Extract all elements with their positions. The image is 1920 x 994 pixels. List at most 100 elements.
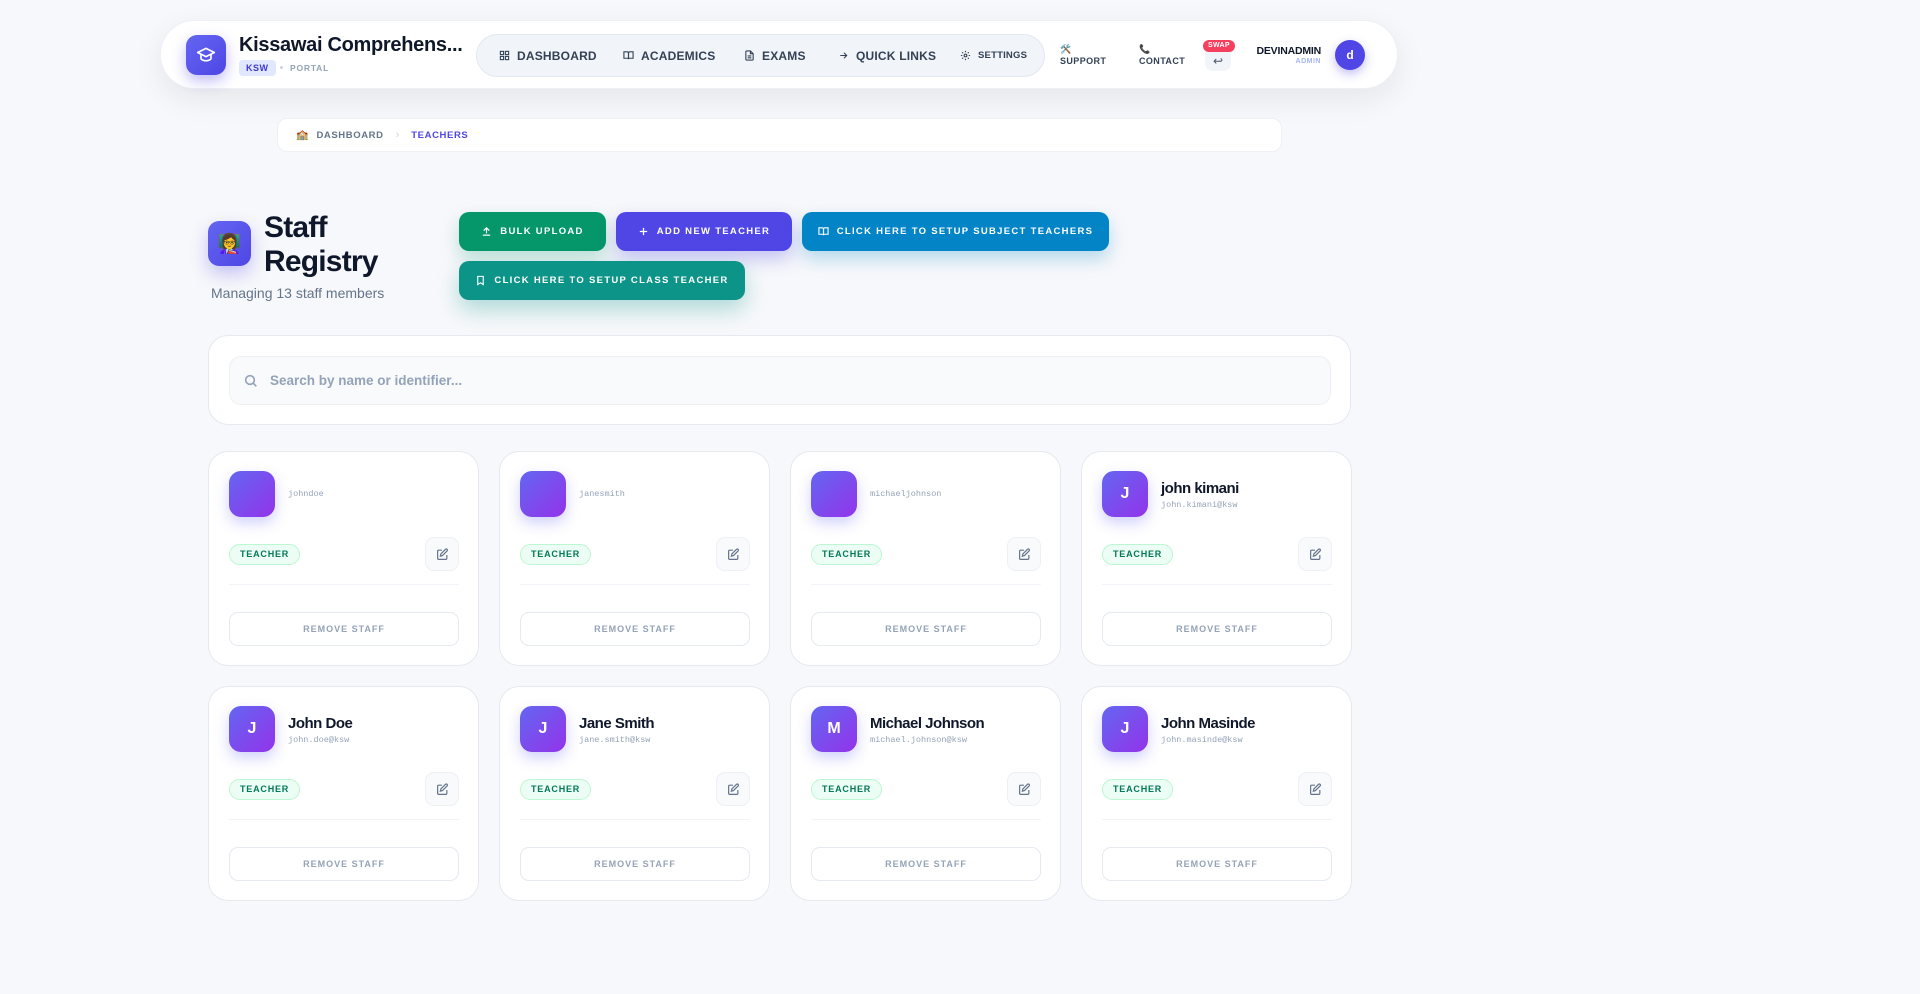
divider	[1102, 819, 1332, 820]
school-icon: 🏫	[296, 129, 309, 141]
edit-button[interactable]	[716, 772, 750, 806]
remove-staff-button[interactable]: REMOVE STAFF	[229, 847, 459, 881]
staff-card: janesmith TEACHER REMOVE STAFF	[499, 451, 770, 666]
edit-icon	[1309, 782, 1322, 796]
staff-card: J Jane Smith jane.smith@ksw TEACHER REMOVE S…	[499, 686, 770, 901]
school-code-badge: KSW	[239, 60, 276, 76]
nav-settings[interactable]: SETTINGS	[960, 35, 1027, 76]
breadcrumb: 🏫 DASHBOARD › TEACHERS	[277, 118, 1282, 152]
edit-button[interactable]	[1007, 772, 1041, 806]
divider	[811, 584, 1041, 585]
staff-card: johndoe TEACHER REMOVE STAFF	[208, 451, 479, 666]
staff-avatar: J	[1102, 471, 1148, 517]
edit-button[interactable]	[1007, 537, 1041, 571]
staff-email: john.masinde@ksw	[1161, 735, 1243, 745]
swap-icon: ↩	[1212, 54, 1224, 68]
edit-icon	[436, 782, 449, 796]
role-badge: TEACHER	[229, 779, 301, 800]
remove-staff-button[interactable]: REMOVE STAFF	[811, 847, 1041, 881]
user-avatar[interactable]: d	[1335, 40, 1365, 70]
remove-staff-button[interactable]: REMOVE STAFF	[520, 847, 750, 881]
staff-email: jane.smith@ksw	[579, 735, 651, 745]
role-badge: TEACHER	[811, 779, 883, 800]
staff-email: michael.johnson@ksw	[870, 735, 967, 745]
school-name: Kissawai Comprehens...	[239, 34, 463, 56]
edit-icon	[1018, 782, 1031, 796]
book-icon	[623, 51, 634, 60]
teacher-icon: 👩‍🏫	[208, 221, 251, 266]
role-badge: TEACHER	[811, 544, 883, 565]
staff-name: Michael Johnson	[870, 715, 985, 732]
remove-staff-button[interactable]: REMOVE STAFF	[520, 612, 750, 646]
role-badge: TEACHER	[229, 544, 301, 565]
nav-dashboard-label: DASHBOARD	[517, 48, 597, 63]
nav-quick-links-label: QUICK LINKS	[856, 48, 937, 63]
remove-staff-button[interactable]: REMOVE STAFF	[229, 612, 459, 646]
support-label: SUPPORT	[1060, 56, 1107, 67]
add-new-teacher-label: ADD NEW TEACHER	[656, 226, 771, 237]
breadcrumb-teachers: TEACHERS	[411, 129, 469, 141]
phone-icon: 📞	[1139, 44, 1151, 54]
separator-dot	[280, 66, 283, 69]
divider	[229, 819, 459, 820]
file-icon	[745, 50, 754, 61]
edit-icon	[436, 547, 449, 561]
contact-link[interactable]: 📞 CONTACT	[1139, 43, 1185, 67]
nav-academics[interactable]: ACADEMICS	[623, 35, 715, 76]
user-name: DEVINADMIN	[1256, 45, 1321, 57]
book-open-icon	[818, 227, 829, 236]
divider	[229, 584, 459, 585]
remove-staff-button[interactable]: REMOVE STAFF	[1102, 847, 1332, 881]
search-panel	[208, 335, 1351, 425]
staff-email: michaeljohnson	[870, 489, 942, 499]
edit-button[interactable]	[716, 537, 750, 571]
edit-icon	[727, 782, 740, 796]
role-badge: TEACHER	[1102, 779, 1174, 800]
divider	[520, 584, 750, 585]
staff-avatar: J	[229, 706, 275, 752]
staff-card: michaeljohnson TEACHER REMOVE STAFF	[790, 451, 1061, 666]
nav-exams[interactable]: EXAMS	[744, 35, 806, 76]
chevron-right-icon: ›	[395, 129, 400, 141]
user-role: ADMIN	[1295, 58, 1321, 65]
staff-card: J John Masinde john.masinde@ksw TEACHER REMO…	[1081, 686, 1352, 901]
nav-quick-links[interactable]: QUICK LINKS	[838, 35, 936, 76]
nav-academics-label: ACADEMICS	[641, 48, 716, 63]
remove-staff-button[interactable]: REMOVE STAFF	[811, 612, 1041, 646]
role-badge: TEACHER	[520, 779, 592, 800]
setup-subject-teachers-button[interactable]: CLICK HERE TO SETUP SUBJECT TEACHERS	[802, 212, 1109, 251]
staff-avatar	[229, 471, 275, 517]
add-new-teacher-button[interactable]: ADD NEW TEACHER	[616, 212, 792, 251]
edit-button[interactable]	[425, 772, 459, 806]
support-link[interactable]: 🛠️ SUPPORT	[1060, 43, 1106, 67]
staff-email: johndoe	[288, 489, 324, 499]
page-title: Staff Registry	[264, 211, 378, 278]
staff-card: J John Doe john.doe@ksw TEACHER REMOVE STAFF	[208, 686, 479, 901]
staff-avatar	[811, 471, 857, 517]
nav-dashboard[interactable]: DASHBOARD	[499, 35, 597, 76]
edit-button[interactable]	[1298, 772, 1332, 806]
edit-icon	[727, 547, 740, 561]
divider	[811, 819, 1041, 820]
staff-email: janesmith	[579, 489, 625, 499]
upload-icon	[483, 226, 491, 236]
staff-card: M Michael Johnson michael.johnson@ksw TEACH…	[790, 686, 1061, 901]
divider	[1102, 584, 1332, 585]
edit-button[interactable]	[425, 537, 459, 571]
setup-class-teacher-button[interactable]: CLICK HERE TO SETUP CLASS TEACHER	[459, 261, 745, 300]
staff-name: john kimani	[1161, 480, 1239, 497]
edit-button[interactable]	[1298, 537, 1332, 571]
breadcrumb-dashboard[interactable]: DASHBOARD	[316, 130, 383, 141]
bulk-upload-button[interactable]: BULK UPLOAD	[459, 212, 606, 251]
graduation-cap-logo-icon[interactable]	[186, 35, 226, 75]
staff-avatar: M	[811, 706, 857, 752]
contact-label: CONTACT	[1139, 56, 1186, 67]
staff-avatar: J	[520, 706, 566, 752]
search-box	[229, 356, 1331, 405]
main-nav: DASHBOARD ACADEMICS EXAMS QUICK LINKS SE…	[476, 34, 1045, 77]
search-input[interactable]	[270, 357, 1320, 404]
staff-avatar: J	[1102, 706, 1148, 752]
setup-subject-teachers-label: CLICK HERE TO SETUP SUBJECT TEACHERS	[836, 226, 1094, 237]
portal-label: PORTAL	[290, 63, 330, 73]
remove-staff-button[interactable]: REMOVE STAFF	[1102, 612, 1332, 646]
